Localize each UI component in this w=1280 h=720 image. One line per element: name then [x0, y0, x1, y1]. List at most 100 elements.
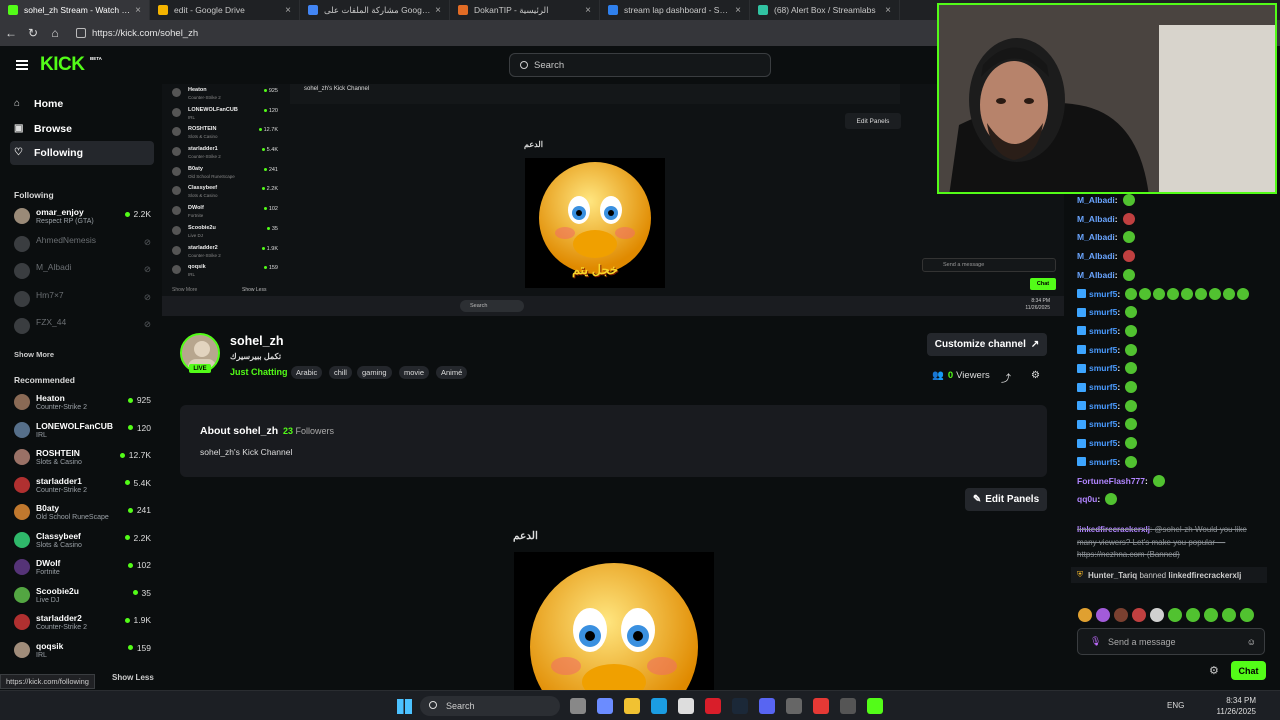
recommended-item[interactable]: starladder1 Counter-Strike 2 5.4K	[14, 475, 154, 501]
browser-tab[interactable]: sohel_zh Stream - Watch Live on ×	[0, 0, 150, 20]
emote-icon[interactable]	[1240, 608, 1254, 622]
recommended-item[interactable]: LONEWOLFanCUB IRL 120	[14, 420, 154, 446]
home-icon[interactable]: ⌂	[44, 26, 66, 40]
nav-home[interactable]: ⌂ Home	[10, 92, 154, 116]
recommended-item[interactable]: Scoobie2u Live DJ 35	[14, 585, 154, 611]
close-tab-icon[interactable]: ×	[135, 5, 141, 16]
taskbar-search[interactable]: Search	[420, 696, 560, 716]
browser-tab[interactable]: DokanTIP - الرئيسية ×	[450, 0, 600, 20]
recommended-item[interactable]: starladder2 Counter-Strike 2 1.9K	[14, 612, 154, 638]
recommended-item[interactable]: qoqsik IRL 159	[14, 640, 154, 666]
app-icon[interactable]	[786, 698, 802, 714]
close-tab-icon[interactable]: ×	[285, 5, 291, 16]
microphone-icon[interactable]: 🎙	[1090, 636, 1101, 647]
close-tab-icon[interactable]: ×	[735, 5, 741, 16]
chat-username[interactable]: smurf5	[1089, 382, 1117, 392]
windows-start-icon[interactable]	[397, 699, 412, 714]
close-tab-icon[interactable]: ×	[585, 5, 591, 16]
channel-name[interactable]: sohel_zh	[230, 334, 284, 348]
chat-username[interactable]: smurf5	[1089, 289, 1117, 299]
edge-icon[interactable]	[651, 698, 667, 714]
language-indicator[interactable]: ENG	[1167, 701, 1184, 710]
media-player-icon[interactable]	[840, 698, 856, 714]
chat-username[interactable]: smurf5	[1089, 438, 1117, 448]
kick-logo[interactable]: KICK	[40, 54, 85, 76]
reload-icon[interactable]: ↻	[22, 26, 44, 40]
site-info-icon[interactable]	[76, 28, 86, 38]
following-item[interactable]: Hm7×7 ⊘	[14, 289, 154, 315]
close-tab-icon[interactable]: ×	[885, 5, 891, 16]
following-item[interactable]: M_Albadi ⊘	[14, 261, 154, 287]
chat-username[interactable]: smurf5	[1089, 326, 1117, 336]
user-settings-icon[interactable]: ⚙	[1031, 370, 1040, 381]
recommended-item[interactable]: Heaton Counter-Strike 2 925	[14, 392, 154, 418]
chat-username[interactable]: M_Albadi	[1077, 195, 1115, 205]
emote-icon[interactable]	[1222, 608, 1236, 622]
chat-message-input[interactable]: 🎙 Send a message ☺	[1077, 628, 1265, 655]
tag-gaming[interactable]: gaming	[357, 366, 392, 379]
chat-username[interactable]: smurf5	[1089, 307, 1117, 317]
opera-icon[interactable]	[705, 698, 721, 714]
menu-icon[interactable]	[16, 60, 28, 70]
copilot-icon[interactable]	[597, 698, 613, 714]
chat-username[interactable]: smurf5	[1089, 345, 1117, 355]
address-bar[interactable]: https://kick.com/sohel_zh	[72, 23, 892, 43]
chrome-icon[interactable]	[813, 698, 829, 714]
emote-icon[interactable]	[1204, 608, 1218, 622]
recommended-item[interactable]: DWolf Fortnite 102	[14, 557, 154, 583]
browser-tab[interactable]: مشاركة الملفات على Google Drive ×	[300, 0, 450, 20]
chat-send-button[interactable]: Chat	[1231, 661, 1266, 680]
steam-icon[interactable]	[732, 698, 748, 714]
browser-tab[interactable]: (68) Alert Box / Streamlabs ×	[750, 0, 900, 20]
following-item[interactable]: FZX_44 ⊘	[14, 316, 154, 342]
recommended-item[interactable]: ROSHTEIN Slots & Casino 12.7K	[14, 447, 154, 473]
nav-browse[interactable]: ▣ Browse	[10, 117, 154, 141]
emote-icon[interactable]	[1132, 608, 1146, 622]
emote-icon[interactable]	[1078, 608, 1092, 622]
show-more-button[interactable]: Show More	[14, 350, 54, 359]
show-less-button[interactable]: Show Less	[112, 673, 154, 682]
recommended-item[interactable]: B0aty Old School RuneScape 241	[14, 502, 154, 528]
tag-arabic[interactable]: Arabic	[291, 366, 323, 379]
chat-username[interactable]: smurf5	[1089, 363, 1117, 373]
chat-username[interactable]: qq0u	[1077, 494, 1097, 504]
nav-following[interactable]: ♡ Following	[10, 141, 154, 165]
recommended-item[interactable]: Classybeef Slots & Casino 2.2K	[14, 530, 154, 556]
tag-chill[interactable]: chill	[329, 366, 352, 379]
tag-movie[interactable]: movie	[399, 366, 430, 379]
chat-username[interactable]: smurf5	[1089, 457, 1117, 467]
chat-username[interactable]: M_Albadi	[1077, 214, 1115, 224]
back-icon[interactable]: ←	[0, 26, 22, 40]
emote-icon[interactable]	[1096, 608, 1110, 622]
emote-icon[interactable]	[1150, 608, 1164, 622]
task-view-icon[interactable]	[570, 698, 586, 714]
chat-username[interactable]: FortuneFlash777	[1077, 476, 1145, 486]
stream-category[interactable]: Just Chatting	[230, 367, 288, 377]
close-tab-icon[interactable]: ×	[435, 5, 441, 16]
following-item[interactable]: omar_enjoy Respect RP (GTA) 2.2K	[14, 206, 154, 232]
tag-anime[interactable]: Animé	[436, 366, 468, 379]
kick-app-icon[interactable]	[867, 698, 883, 714]
chat-username[interactable]: M_Albadi	[1077, 270, 1115, 280]
browser-tab[interactable]: edit - Google Drive ×	[150, 0, 300, 20]
following-item[interactable]: AhmedNemesis ⊘	[14, 234, 154, 260]
discord-icon[interactable]	[759, 698, 775, 714]
store-icon[interactable]	[678, 698, 694, 714]
emoji-icon[interactable]: ☺	[1247, 637, 1256, 647]
emote-icon[interactable]	[1168, 608, 1182, 622]
system-clock[interactable]: 8:34 PM 11/26/2025	[1217, 695, 1256, 717]
emote-icon[interactable]	[1114, 608, 1128, 622]
chat-username[interactable]: M_Albadi	[1077, 251, 1115, 261]
browser-tab[interactable]: stream lap dashboard - Search ×	[600, 0, 750, 20]
share-icon[interactable]: ⤴	[1001, 370, 1011, 385]
chat-username[interactable]: M_Albadi	[1077, 232, 1115, 242]
search-input[interactable]: Search	[509, 53, 771, 77]
chat-username[interactable]: smurf5	[1089, 419, 1117, 429]
customize-channel-button[interactable]: Customize channel ↗	[927, 333, 1047, 356]
emote-icon[interactable]	[1186, 608, 1200, 622]
chat-username[interactable]: smurf5	[1089, 401, 1117, 411]
colon: :	[1117, 325, 1121, 336]
edit-panels-button[interactable]: ✎ Edit Panels	[965, 488, 1047, 511]
file-explorer-icon[interactable]	[624, 698, 640, 714]
chat-settings-icon[interactable]: ⚙	[1209, 664, 1219, 677]
